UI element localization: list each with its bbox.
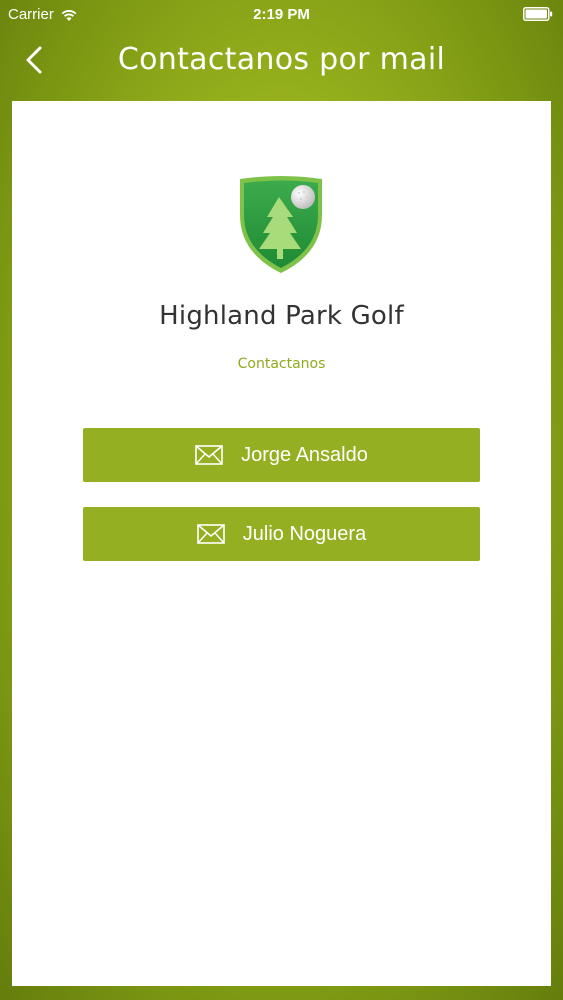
content-card: Highland Park Golf Contactanos Jorge Ans…: [12, 101, 551, 986]
club-name: Highland Park Golf: [159, 301, 404, 331]
status-bar: Carrier 2:19 PM: [0, 0, 563, 30]
contact-button-label: Julio Noguera: [242, 522, 367, 545]
status-time: 2:19 PM: [253, 6, 310, 23]
navigation-bar: Contactanos por mail: [0, 30, 563, 92]
mail-icon: [195, 445, 223, 465]
contact-button-jorge-ansaldo[interactable]: Jorge Ansaldo: [83, 428, 480, 482]
app-screen: Carrier 2:19 PM Contactanos por mail Hig…: [0, 0, 563, 1000]
golf-shield-logo-icon: [240, 176, 322, 273]
section-subtitle: Contactanos: [237, 356, 326, 372]
mail-icon: [196, 524, 225, 544]
page-title: Contactanos por mail: [117, 42, 446, 77]
battery-icon: [523, 7, 553, 21]
contact-button-label: Jorge Ansaldo: [241, 443, 368, 466]
contact-button-julio-noguera[interactable]: Julio Noguera: [83, 507, 480, 561]
